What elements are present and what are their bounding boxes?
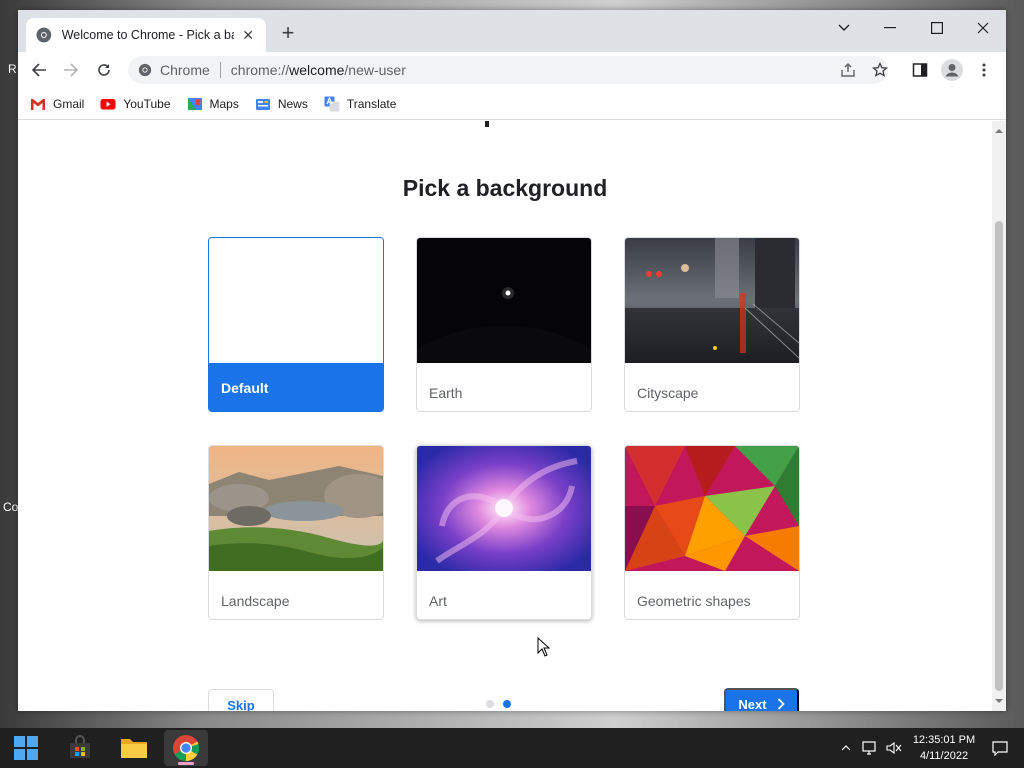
reload-icon[interactable] (91, 57, 117, 83)
background-label: Cityscape (637, 384, 699, 401)
step-indicator-dot-active (503, 700, 511, 708)
bookmark-translate[interactable]: Translate (324, 95, 397, 112)
background-option-geometric-shapes[interactable]: Geometric shapes (624, 445, 800, 620)
bookmark-label: News (277, 96, 308, 111)
background-label: Earth (429, 384, 463, 401)
bookmarks-bar: Gmail YouTube Maps News Translate (18, 88, 1006, 120)
next-button-label: Next (738, 696, 767, 712)
background-label: Geometric shapes (637, 592, 751, 609)
art-thumbnail (417, 446, 591, 571)
step-indicator-dot-inactive (486, 700, 494, 708)
bookmark-label: Maps (209, 96, 239, 111)
chrome-chip-icon (138, 63, 152, 77)
title-bar: Welcome to Chrome - Pick a bac ✕ + (18, 10, 1006, 52)
system-clock[interactable]: 12:35:01 PM 4/11/2022 (906, 732, 982, 764)
scrollbar-thumb[interactable] (995, 221, 1003, 691)
skip-button[interactable]: Skip (208, 689, 274, 711)
tray-overflow-chevron-icon[interactable] (836, 738, 856, 758)
background-label: Landscape (221, 592, 290, 609)
mouse-cursor-icon (537, 637, 551, 657)
notification-icon[interactable] (990, 738, 1010, 758)
minimize-icon[interactable] (874, 14, 906, 42)
start-windows-icon[interactable] (4, 730, 48, 766)
geometric-shapes-thumbnail (625, 446, 799, 571)
maximize-icon[interactable] (921, 14, 953, 42)
scroll-up-arrow-icon[interactable] (995, 127, 1003, 135)
chrome-taskbar-icon[interactable] (164, 730, 208, 766)
volume-muted-icon[interactable] (884, 738, 904, 758)
landscape-thumbnail (209, 446, 383, 571)
chevron-right-icon (777, 698, 785, 710)
chrome-favicon-icon (36, 27, 52, 43)
bookmark-label: Translate (346, 96, 397, 111)
desktop-text-fragment: R (8, 62, 17, 76)
url-path: /new-user (344, 62, 406, 78)
next-button[interactable]: Next (724, 688, 799, 711)
background-label: Art (429, 592, 447, 609)
background-option-cityscape[interactable]: Cityscape (624, 237, 800, 412)
vertical-scrollbar[interactable] (992, 121, 1006, 711)
bookmark-gmail[interactable]: Gmail (30, 96, 84, 112)
new-tab-plus-icon[interactable]: + (277, 22, 299, 46)
share-icon[interactable] (835, 57, 861, 83)
news-icon (255, 98, 270, 110)
side-panel-icon[interactable] (907, 57, 933, 83)
windows-taskbar: 12:35:01 PM 4/11/2022 (0, 728, 1024, 768)
url-text: chrome://welcome/new-user (231, 62, 406, 78)
browser-tab[interactable]: Welcome to Chrome - Pick a bac ✕ (26, 18, 266, 52)
address-bar[interactable]: Chrome chrome://welcome/new-user (128, 56, 888, 84)
microsoft-store-icon[interactable] (58, 730, 102, 766)
network-icon[interactable] (860, 738, 880, 758)
back-arrow-icon[interactable] (26, 57, 52, 83)
url-scheme: chrome:// (230, 62, 290, 78)
background-option-earth[interactable]: Earth (416, 237, 592, 412)
earth-thumbnail (417, 238, 591, 411)
omnibox-separator (219, 62, 221, 78)
background-label: Default (209, 363, 383, 411)
tab-search-chevron-icon[interactable] (828, 14, 860, 42)
bookmark-youtube[interactable]: YouTube (100, 96, 171, 112)
scrolled-logo-fragment (485, 121, 489, 127)
scroll-down-arrow-icon[interactable] (995, 697, 1003, 705)
desktop-text-fragment: Co (3, 500, 19, 514)
default-thumbnail (209, 238, 383, 363)
chrome-window: Welcome to Chrome - Pick a bac ✕ + Chrom… (18, 10, 1006, 711)
page-content: Pick a background Default Earth Cityscap… (18, 121, 992, 711)
tab-title: Welcome to Chrome - Pick a bac (61, 28, 235, 42)
forward-arrow-icon[interactable] (58, 57, 84, 83)
file-explorer-icon[interactable] (112, 730, 156, 766)
clock-date: 4/11/2022 (919, 750, 969, 762)
close-window-icon[interactable] (967, 14, 999, 42)
bookmark-star-icon[interactable] (867, 57, 893, 83)
bookmark-news[interactable]: News (255, 96, 308, 112)
bookmark-maps[interactable]: Maps (187, 96, 239, 112)
cityscape-thumbnail (625, 238, 799, 363)
background-option-art[interactable]: Art (416, 445, 592, 620)
omnibox-chip-label: Chrome (160, 62, 210, 78)
translate-icon (324, 95, 340, 111)
more-menu-icon[interactable] (971, 57, 997, 83)
url-host: welcome (289, 62, 345, 78)
profile-avatar-icon[interactable] (939, 57, 965, 83)
gmail-icon (31, 98, 45, 110)
background-option-landscape[interactable]: Landscape (208, 445, 384, 620)
page-title: Pick a background (402, 175, 608, 201)
bookmark-label: Gmail (53, 96, 85, 111)
tab-close-icon[interactable]: ✕ (240, 27, 256, 44)
youtube-icon (100, 98, 116, 109)
background-option-default[interactable]: Default (208, 237, 384, 412)
browser-toolbar: Chrome chrome://welcome/new-user (18, 52, 1006, 88)
bookmark-label: YouTube (123, 96, 171, 111)
active-app-indicator (178, 762, 194, 765)
maps-icon (187, 97, 202, 110)
clock-time: 12:35:01 PM (912, 734, 976, 746)
